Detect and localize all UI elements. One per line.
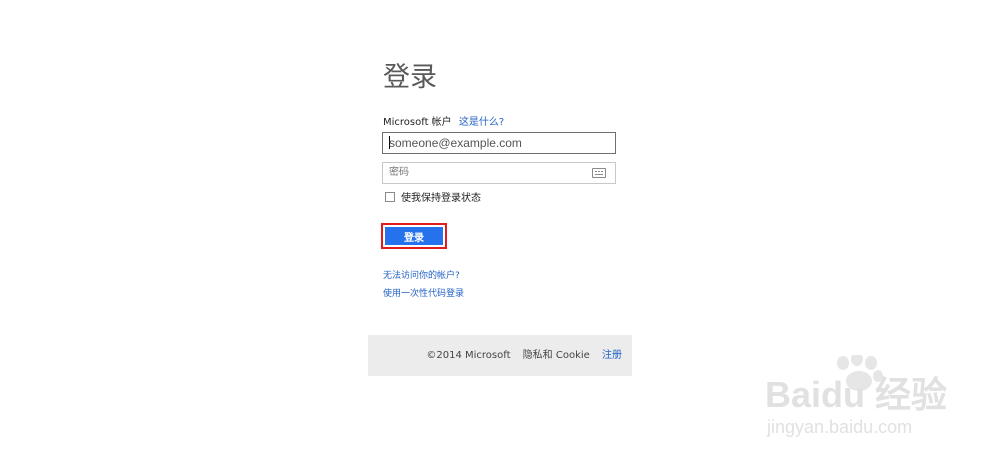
register-link[interactable]: 注册 xyxy=(602,350,622,361)
signin-button[interactable]: 登录 xyxy=(385,227,443,245)
keyboard-icon[interactable] xyxy=(592,168,606,178)
remember-me[interactable]: 使我保持登录状态 xyxy=(385,192,481,205)
watermark-logo: Baidu 经验 xyxy=(765,374,947,415)
account-label: Microsoft 帐户 xyxy=(383,117,452,128)
remember-label: 使我保持登录状态 xyxy=(401,193,481,204)
privacy-link[interactable]: 隐私和 Cookie xyxy=(523,350,590,361)
footer-items: ©2014 Microsoft 隐私和 Cookie 注册 xyxy=(417,335,622,376)
password-field[interactable]: 密码 xyxy=(382,162,616,184)
page-title: 登录 xyxy=(383,62,437,93)
signin-highlight-box: 登录 xyxy=(381,223,447,249)
one-time-code-link[interactable]: 使用一次性代码登录 xyxy=(383,288,464,300)
account-line: Microsoft 帐户 这是什么? xyxy=(383,116,504,130)
whats-this-link[interactable]: 这是什么? xyxy=(459,117,504,128)
baidu-jingyan-watermark: Baidu 经验 jingyan.baidu.com xyxy=(765,355,947,437)
footer: ©2014 Microsoft 隐私和 Cookie 注册 xyxy=(368,335,632,376)
cant-access-link[interactable]: 无法访问你的帐户? xyxy=(383,270,460,282)
email-placeholder: someone@example.com xyxy=(389,136,522,150)
login-panel: 登录 Microsoft 帐户 这是什么? someone@example.co… xyxy=(368,0,632,460)
password-placeholder: 密码 xyxy=(389,167,409,178)
email-field[interactable]: someone@example.com xyxy=(382,132,616,154)
watermark-url: jingyan.baidu.com xyxy=(766,417,912,437)
remember-checkbox[interactable] xyxy=(385,192,395,202)
copyright-text: ©2014 Microsoft xyxy=(426,350,511,361)
paw-icon xyxy=(837,355,883,391)
